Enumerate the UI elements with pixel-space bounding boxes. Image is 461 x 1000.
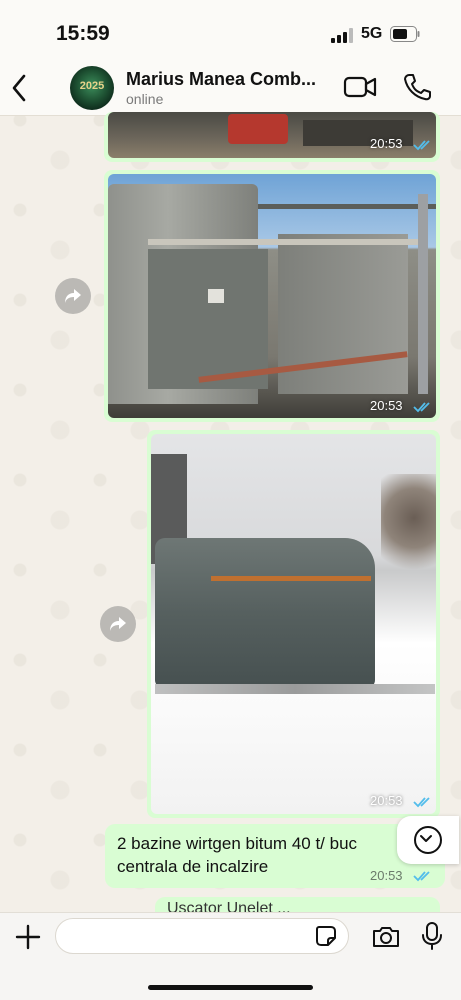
home-indicator: [148, 985, 313, 990]
double-tick-icon: [413, 402, 430, 413]
message-time: 20:53: [370, 793, 403, 808]
footprints-shape: [155, 684, 435, 694]
message-time: 20:53: [370, 398, 403, 413]
orange-stripe-shape: [211, 576, 371, 581]
red-machine-shape: [228, 114, 288, 144]
avatar[interactable]: 2025: [70, 66, 114, 110]
plus-icon[interactable]: [14, 923, 42, 951]
network-label: 5G: [361, 25, 383, 42]
message-input[interactable]: [55, 918, 349, 954]
text-message[interactable]: 2 bazine wirtgen bitum 40 t/ buc central…: [105, 824, 445, 888]
forward-button[interactable]: [55, 278, 91, 314]
contact-status: online: [126, 91, 164, 107]
mic-icon[interactable]: [421, 921, 443, 951]
chat-header: 2025 Marius Manea Comb... online: [0, 60, 461, 116]
double-tick-icon: [413, 797, 430, 808]
control-box-shape: [208, 289, 224, 303]
contact-name[interactable]: Marius Manea Comb...: [126, 69, 316, 90]
message-line: centrala de incalzire: [117, 857, 269, 876]
forward-button[interactable]: [100, 606, 136, 642]
message-line: 2 bazine wirtgen bitum 40 t/ buc: [117, 834, 358, 853]
pole-shape: [418, 194, 428, 394]
phone-icon[interactable]: [402, 72, 432, 102]
pipe-shape: [148, 239, 428, 245]
avatar-text: 2025: [79, 80, 105, 92]
message-photo[interactable]: [108, 112, 436, 158]
message-time: 20:53: [370, 868, 403, 883]
message-photo[interactable]: [151, 434, 436, 814]
status-time: 15:59: [56, 22, 110, 45]
status-bar: 15:59 5G: [0, 0, 461, 60]
image-message[interactable]: 20:53: [147, 430, 440, 818]
double-tick-icon: [413, 140, 430, 151]
message-photo[interactable]: [108, 174, 436, 418]
battery-icon: [390, 26, 420, 42]
message-time: 20:53: [370, 136, 403, 151]
signal-icon: [331, 28, 353, 43]
image-message[interactable]: 20:53: [104, 170, 440, 422]
pipe-shape: [258, 204, 436, 209]
forward-icon: [110, 617, 126, 631]
double-tick-icon: [413, 871, 430, 882]
tank-shape: [155, 538, 375, 688]
tank-panel-shape: [148, 249, 268, 389]
camera-icon[interactable]: [371, 925, 401, 949]
composer-bar: [0, 912, 461, 1000]
tree-shape: [381, 474, 436, 584]
image-message[interactable]: 20:53: [104, 112, 440, 162]
message-text: 2 bazine wirtgen bitum 40 t/ buc central…: [117, 832, 407, 878]
sticker-icon[interactable]: [314, 924, 338, 948]
chevron-down-icon: [414, 826, 442, 854]
forward-icon: [65, 289, 81, 303]
scroll-to-bottom-button[interactable]: [397, 816, 459, 864]
video-call-icon[interactable]: [343, 74, 377, 100]
back-icon[interactable]: [8, 70, 30, 106]
